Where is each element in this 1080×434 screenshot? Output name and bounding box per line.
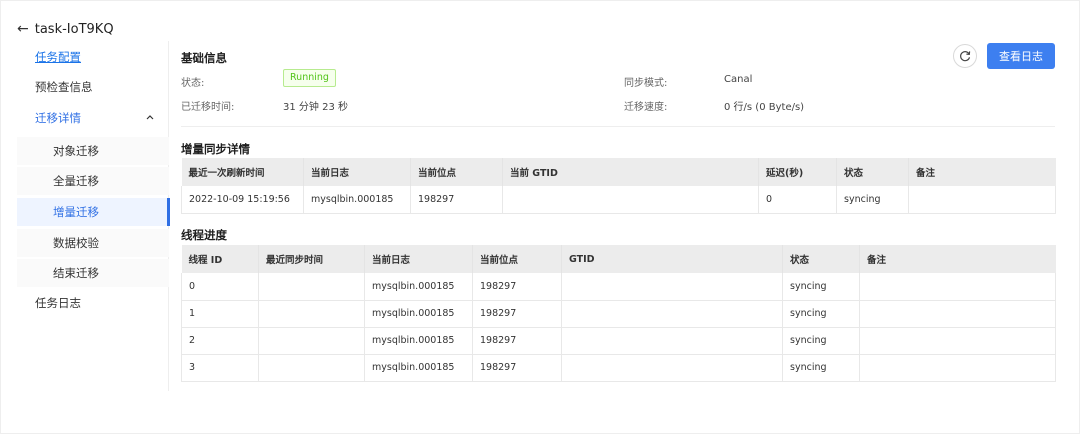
table-header-row: 线程 ID 最近同步时间 当前日志 当前位点 GTID 状态 备注 (181, 245, 1056, 273)
sidebar-item-task-log[interactable]: 任务日志 (17, 289, 169, 317)
speed-value: 0 行/s (0 Byte/s) (724, 102, 805, 113)
table-cell: mysqlbin.000185 (364, 354, 473, 382)
arrow-left-icon[interactable]: ← (17, 22, 29, 36)
table-cell (561, 300, 783, 328)
table-header-row: 最近一次刷新时间 当前日志 当前位点 当前 GTID 延迟(秒) 状态 备注 (181, 158, 1056, 186)
table-cell: 198297 (410, 186, 503, 214)
sidebar-item-label: 增量迁移 (53, 205, 99, 219)
incremental-table: 最近一次刷新时间 当前日志 当前位点 当前 GTID 延迟(秒) 状态 备注 2… (181, 158, 1056, 214)
column-header: 备注 (908, 158, 1056, 186)
column-header: 最近同步时间 (258, 245, 365, 273)
view-logs-button[interactable]: 查看日志 (987, 43, 1055, 69)
table-cell: mysqlbin.000185 (364, 300, 473, 328)
sidebar-item-task-config[interactable]: 任务配置 (17, 43, 169, 71)
refresh-icon (960, 51, 971, 62)
table-cell (561, 354, 783, 382)
status-label: 状态: (181, 78, 205, 89)
table-cell (258, 354, 365, 382)
column-header: 当前位点 (410, 158, 503, 186)
sidebar: 任务配置 预检查信息 迁移详情 对象迁移 全量迁移 增量迁移 数据校验 结束迁移… (17, 41, 170, 391)
sidebar-item-data-validation[interactable]: 数据校验 (17, 229, 169, 257)
table-row: 0 mysqlbin.000185 198297 syncing (181, 273, 1056, 301)
table-cell (258, 327, 365, 355)
sidebar-item-incremental-migration[interactable]: 增量迁移 (17, 198, 170, 226)
table-cell: syncing (782, 300, 860, 328)
table-cell: 198297 (472, 327, 562, 355)
basic-info-title: 基础信息 (181, 51, 227, 65)
sidebar-item-migration-details[interactable]: 迁移详情 (17, 104, 169, 132)
table-row: 1 mysqlbin.000185 198297 syncing (181, 300, 1056, 328)
table-cell: syncing (782, 273, 860, 301)
table-cell (502, 186, 759, 214)
chevron-up-icon (146, 115, 154, 120)
table-cell: 3 (181, 354, 259, 382)
table-cell (561, 327, 783, 355)
table-cell: 198297 (472, 273, 562, 301)
table-cell: 2 (181, 327, 259, 355)
table-cell: mysqlbin.000185 (364, 273, 473, 301)
elapsed-label: 已迁移时间: (181, 102, 235, 113)
column-header: 延迟(秒) (758, 158, 837, 186)
table-row: 2 mysqlbin.000185 198297 syncing (181, 327, 1056, 355)
column-header: 最近一次刷新时间 (181, 158, 304, 186)
table-cell: syncing (836, 186, 909, 214)
table-cell (859, 300, 1056, 328)
sidebar-item-label: 任务日志 (35, 296, 81, 310)
sidebar-item-full-migration[interactable]: 全量迁移 (17, 167, 169, 195)
page: ← task-IoT9KQ 任务配置 预检查信息 迁移详情 对象迁移 全量迁移 … (0, 0, 1080, 434)
main-content: 基础信息 查看日志 状态: Running 同步模式: Canal 已迁移时间:… (181, 41, 1056, 391)
sidebar-item-end-migration[interactable]: 结束迁移 (17, 259, 169, 287)
table-cell (258, 273, 365, 301)
column-header: 线程 ID (181, 245, 259, 273)
table-cell (859, 327, 1056, 355)
sidebar-item-label: 数据校验 (53, 236, 99, 250)
table-cell: syncing (782, 354, 860, 382)
table-cell: mysqlbin.000185 (364, 327, 473, 355)
divider (181, 126, 1055, 127)
refresh-button[interactable] (953, 44, 977, 68)
table-cell: 0 (758, 186, 837, 214)
sidebar-item-object-migration[interactable]: 对象迁移 (17, 137, 169, 165)
table-row: 2022-10-09 15:19:56 mysqlbin.000185 1982… (181, 186, 1056, 214)
table-cell: mysqlbin.000185 (303, 186, 411, 214)
sidebar-item-label: 结束迁移 (53, 266, 99, 280)
table-cell (859, 273, 1056, 301)
table-cell: 2022-10-09 15:19:56 (181, 186, 304, 214)
threads-title: 线程进度 (181, 228, 227, 242)
sidebar-item-label: 迁移详情 (35, 111, 81, 125)
column-header: GTID (561, 245, 783, 273)
elapsed-value: 31 分钟 23 秒 (283, 102, 348, 113)
sidebar-item-label: 任务配置 (35, 50, 81, 64)
task-title: task-IoT9KQ (34, 21, 114, 37)
sidebar-item-label: 对象迁移 (53, 144, 99, 158)
sidebar-item-precheck[interactable]: 预检查信息 (17, 73, 169, 101)
sync-mode-value: Canal (724, 74, 753, 85)
column-header: 当前日志 (303, 158, 411, 186)
column-header: 状态 (782, 245, 860, 273)
sidebar-item-label: 全量迁移 (53, 174, 99, 188)
table-cell (561, 273, 783, 301)
threads-table: 线程 ID 最近同步时间 当前日志 当前位点 GTID 状态 备注 0 mysq… (181, 245, 1056, 382)
column-header: 备注 (859, 245, 1056, 273)
sync-mode-label: 同步模式: (624, 78, 668, 89)
table-row: 3 mysqlbin.000185 198297 syncing (181, 354, 1056, 382)
table-cell (258, 300, 365, 328)
table-cell: 0 (181, 273, 259, 301)
column-header: 当前 GTID (502, 158, 759, 186)
incremental-title: 增量同步详情 (181, 142, 250, 156)
speed-label: 迁移速度: (624, 102, 668, 113)
table-cell: 1 (181, 300, 259, 328)
table-cell: 198297 (472, 354, 562, 382)
column-header: 当前位点 (472, 245, 562, 273)
column-header: 状态 (836, 158, 909, 186)
table-cell (908, 186, 1056, 214)
header: ← task-IoT9KQ (17, 19, 114, 39)
status-badge: Running (283, 69, 336, 87)
column-header: 当前日志 (364, 245, 473, 273)
sidebar-item-label: 预检查信息 (35, 80, 93, 94)
table-cell (859, 354, 1056, 382)
table-cell: 198297 (472, 300, 562, 328)
table-cell: syncing (782, 327, 860, 355)
